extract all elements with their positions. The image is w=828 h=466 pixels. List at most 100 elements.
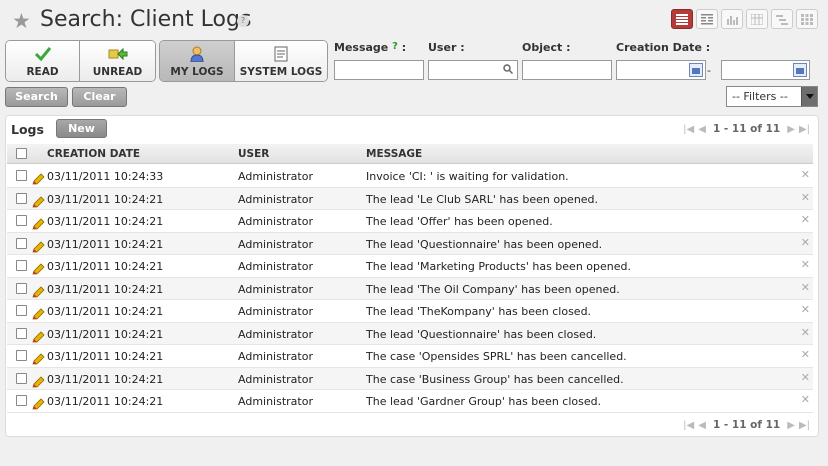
edit-pencil-icon[interactable] [31, 305, 45, 320]
message-help-icon[interactable]: ? [392, 41, 398, 52]
next-page-icon[interactable]: ▶ [787, 124, 795, 135]
calendar-icon[interactable] [793, 63, 807, 77]
column-message[interactable]: MESSAGE [366, 148, 422, 160]
delete-icon[interactable]: ✕ [801, 168, 810, 181]
column-creation-date[interactable]: CREATION DATE [47, 148, 140, 160]
last-page-icon[interactable]: ▶| [799, 124, 810, 135]
clear-button[interactable]: Clear [72, 87, 127, 107]
row-checkbox[interactable] [16, 237, 27, 249]
new-button[interactable]: New [56, 119, 107, 138]
message-label-colon: : [401, 41, 407, 54]
row-checkbox[interactable] [16, 170, 27, 181]
next-page-icon[interactable]: ▶ [787, 420, 795, 431]
table-row[interactable]: 03/11/2011 10:24:21 Administrator The lead… [7, 187, 813, 210]
delete-icon[interactable]: ✕ [801, 326, 810, 339]
table-row[interactable]: 03/11/2011 10:24:21 Administrator The lead… [7, 322, 813, 345]
row-checkbox[interactable] [16, 192, 27, 204]
delete-icon[interactable]: ✕ [801, 371, 810, 384]
edit-pencil-icon[interactable] [31, 373, 45, 387]
prev-page-icon[interactable]: ◀ [698, 124, 706, 135]
row-checkbox[interactable] [16, 282, 27, 294]
delete-icon[interactable]: ✕ [801, 303, 810, 316]
row-checkbox[interactable] [16, 395, 27, 406]
table-row[interactable]: 03/11/2011 10:24:33 Administrator Invoice … [7, 165, 813, 188]
calendar-icon[interactable] [689, 63, 703, 77]
row-checkbox[interactable] [16, 215, 27, 226]
pager-top: |◀ ◀ 1 - 11 of 11 ▶ ▶| [683, 123, 810, 135]
message-input[interactable] [334, 60, 424, 80]
cell-message: The lead 'Questionnaire' has been closed… [366, 327, 597, 341]
table-row[interactable]: 03/11/2011 10:24:21 Administrator The lead… [7, 255, 813, 278]
edit-pencil-icon[interactable] [31, 395, 45, 410]
unread-filter-label: UNREAD [92, 66, 143, 78]
list-view-icon[interactable] [671, 9, 693, 29]
delete-icon[interactable]: ✕ [801, 213, 810, 226]
cell-creation-date: 03/11/2011 10:24:21 [47, 305, 164, 318]
table-row[interactable]: 03/11/2011 10:24:21 Administrator The lead… [7, 390, 813, 413]
dropdown-arrow-icon[interactable] [801, 87, 817, 106]
cell-user: Administrator [238, 395, 313, 408]
creation-date-from-input[interactable] [616, 60, 706, 80]
cell-user: Administrator [238, 237, 313, 251]
user-input[interactable] [428, 60, 518, 80]
edit-pencil-icon[interactable] [31, 238, 45, 252]
cell-creation-date: 03/11/2011 10:24:21 [47, 192, 164, 206]
my-logs-filter-button[interactable]: MY LOGS [160, 41, 235, 81]
cell-creation-date: 03/11/2011 10:24:21 [47, 327, 164, 341]
first-page-icon[interactable]: |◀ [683, 124, 694, 135]
table-row[interactable]: 03/11/2011 10:24:21 Administrator The lead… [7, 232, 813, 255]
table-row[interactable]: 03/11/2011 10:24:21 Administrator The lead… [7, 277, 813, 300]
row-checkbox[interactable] [16, 327, 27, 339]
row-checkbox[interactable] [16, 260, 27, 271]
delete-icon[interactable]: ✕ [801, 281, 810, 294]
first-page-icon[interactable]: |◀ [683, 420, 694, 431]
read-filter-button[interactable]: READ [6, 41, 80, 81]
page-header: ★ Search: Client Logs ? [0, 0, 828, 40]
column-user[interactable]: USER [238, 148, 269, 160]
gantt-view-icon[interactable] [771, 9, 793, 29]
search-button[interactable]: Search [5, 87, 68, 107]
table-row[interactable]: 03/11/2011 10:24:21 Administrator The case… [7, 367, 813, 390]
calendar-view-icon[interactable] [746, 9, 768, 29]
graph-view-icon[interactable] [721, 9, 743, 29]
edit-pencil-icon[interactable] [31, 215, 45, 230]
cell-message: The lead 'TheKompany' has been closed. [366, 305, 592, 318]
edit-pencil-icon[interactable] [31, 193, 45, 207]
creation-date-to-input[interactable] [721, 60, 810, 80]
favorite-star-icon[interactable]: ★ [12, 10, 31, 32]
row-checkbox[interactable] [16, 305, 27, 316]
form-view-icon[interactable] [696, 9, 718, 29]
delete-icon[interactable]: ✕ [801, 191, 810, 204]
unread-filter-button[interactable]: UNREAD [80, 41, 155, 81]
edit-pencil-icon[interactable] [31, 350, 45, 365]
edit-pencil-icon[interactable] [31, 260, 45, 275]
view-switcher [671, 9, 818, 29]
row-checkbox[interactable] [16, 350, 27, 361]
table-row[interactable]: 03/11/2011 10:24:21 Administrator The lead… [7, 210, 813, 233]
last-page-icon[interactable]: ▶| [799, 420, 810, 431]
system-logs-filter-button[interactable]: SYSTEM LOGS [235, 41, 327, 81]
edit-pencil-icon[interactable] [31, 283, 45, 297]
row-checkbox[interactable] [16, 372, 27, 384]
cell-creation-date: 03/11/2011 10:24:21 [47, 260, 164, 273]
table-row[interactable]: 03/11/2011 10:24:21 Administrator The case… [7, 345, 813, 368]
delete-icon[interactable]: ✕ [801, 348, 810, 361]
cell-message: The case 'Opensides SPRL' has been cance… [366, 350, 627, 363]
select-all-checkbox[interactable] [16, 148, 27, 159]
edit-pencil-icon[interactable] [31, 170, 45, 185]
edit-pencil-icon[interactable] [31, 328, 45, 342]
filters-select[interactable]: -- Filters -- [726, 86, 818, 107]
object-input[interactable] [522, 60, 612, 80]
grid-view-icon[interactable] [796, 9, 818, 29]
table-row[interactable]: 03/11/2011 10:24:21 Administrator The lead… [7, 300, 813, 323]
delete-icon[interactable]: ✕ [801, 236, 810, 249]
cell-creation-date: 03/11/2011 10:24:33 [47, 170, 164, 183]
delete-icon[interactable]: ✕ [801, 258, 810, 271]
prev-page-icon[interactable]: ◀ [698, 420, 706, 431]
help-icon[interactable]: ? [237, 15, 249, 27]
cell-user: Administrator [238, 350, 313, 363]
search-icon[interactable] [503, 64, 513, 74]
cell-message: The lead 'The Oil Company' has been open… [366, 282, 620, 296]
pager-count: 1 - 11 of 11 [712, 419, 781, 431]
delete-icon[interactable]: ✕ [801, 393, 810, 406]
